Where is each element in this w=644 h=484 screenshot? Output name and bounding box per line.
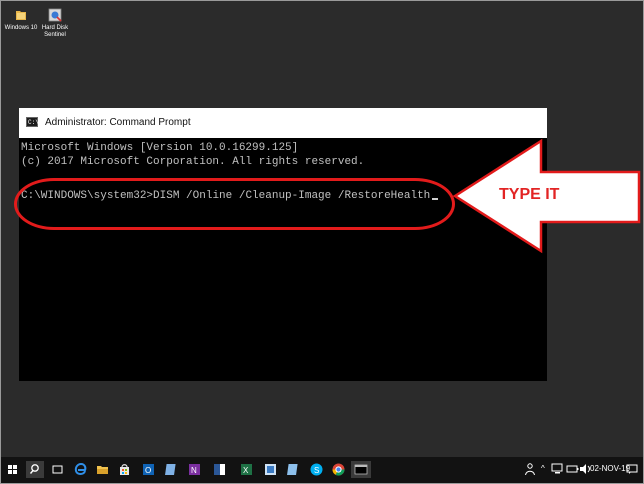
- svg-text:X: X: [243, 466, 249, 475]
- desktop-icon-hard-disk-sentinel[interactable]: Hard Disk Sentinel: [35, 7, 75, 39]
- taskbar: O N X S ^ 02-NOV-19: [1, 457, 643, 483]
- person-icon[interactable]: [524, 462, 536, 476]
- title-bar[interactable]: C:\ Administrator: Command Prompt: [19, 108, 547, 138]
- edge-icon[interactable]: [72, 461, 89, 478]
- word-icon[interactable]: [211, 461, 228, 478]
- outlook-icon[interactable]: O: [140, 461, 157, 478]
- command-prompt-icon[interactable]: [351, 461, 371, 478]
- svg-text:N: N: [191, 466, 197, 475]
- screenshot-frame: Windows 10 Hard Disk Sentinel C:\ Admini…: [0, 0, 644, 484]
- clock-date[interactable]: 02-NOV-19: [590, 464, 630, 473]
- file-explorer-icon[interactable]: [94, 461, 111, 478]
- command-prompt-icon: C:\: [26, 117, 39, 127]
- notepad-icon[interactable]: [163, 461, 180, 478]
- highlight-oval: [14, 178, 455, 230]
- skype-icon[interactable]: S: [308, 461, 325, 478]
- excel-icon[interactable]: X: [238, 461, 255, 478]
- folder-icon: [16, 11, 26, 20]
- store-icon[interactable]: [116, 461, 133, 478]
- notepad-icon[interactable]: [285, 461, 302, 478]
- type-it-label: TYPE IT: [499, 186, 560, 203]
- publisher-icon[interactable]: [262, 461, 279, 478]
- svg-text:O: O: [145, 466, 151, 475]
- window-title: Administrator: Command Prompt: [45, 117, 191, 128]
- chevron-up-icon[interactable]: ^: [541, 464, 545, 473]
- search-icon[interactable]: [26, 461, 44, 478]
- chrome-icon[interactable]: [330, 461, 347, 478]
- svg-text:S: S: [314, 466, 319, 475]
- network-icon[interactable]: [551, 463, 565, 475]
- task-view-icon[interactable]: [49, 461, 66, 478]
- hard-disk-sentinel-icon: [48, 8, 62, 22]
- notifications-icon[interactable]: [626, 463, 638, 475]
- battery-icon[interactable]: [566, 463, 580, 475]
- onenote-icon[interactable]: N: [186, 461, 203, 478]
- desktop-icon-label: Hard Disk Sentinel: [41, 25, 69, 38]
- start-icon[interactable]: [4, 461, 21, 478]
